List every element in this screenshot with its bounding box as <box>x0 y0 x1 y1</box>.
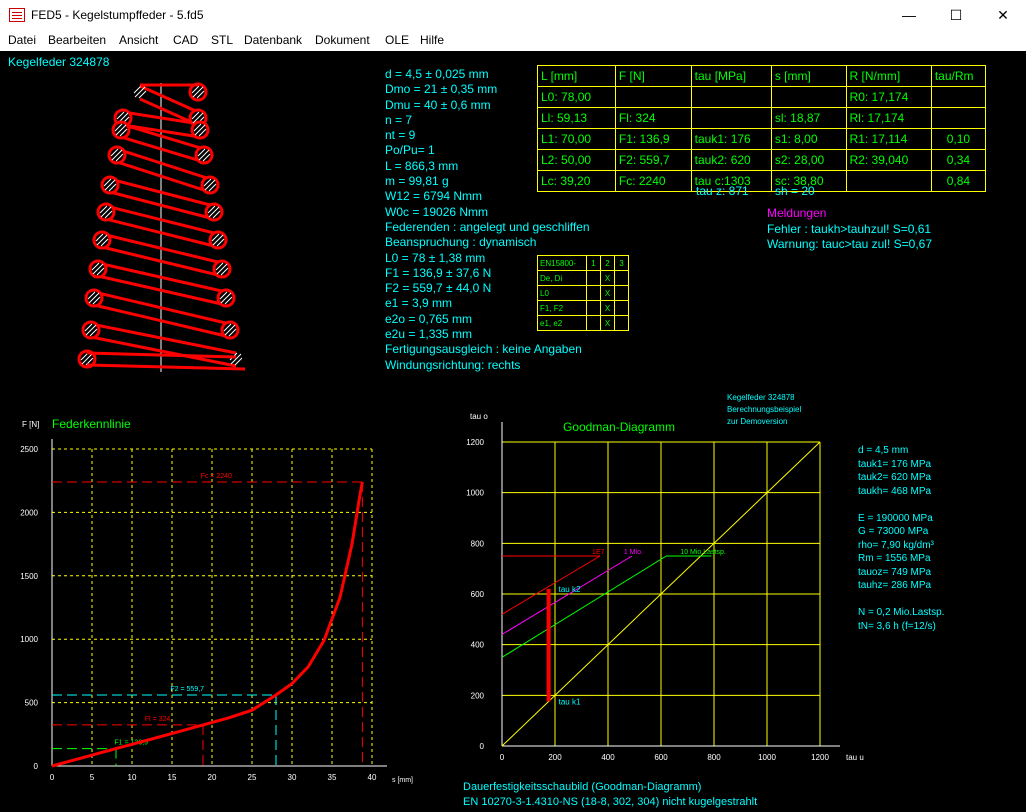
menu-datei[interactable]: Datei <box>8 33 36 47</box>
charts-layer: 0 5 10 15 20 25 30 35 4005001000150020002500F [N… <box>20 412 864 784</box>
menu-ansicht[interactable]: Ansicht <box>119 33 158 47</box>
menu-datenbank[interactable]: Datenbank <box>244 33 302 47</box>
material-line: rho= 7,90 kg/dm³ <box>858 539 934 551</box>
material-line: Rm = 1556 MPa <box>858 553 931 564</box>
menu-dokument[interactable]: Dokument <box>315 33 370 47</box>
title-bar: FED5 - Kegelstumpffeder - 5.fd5 — ☐ ✕ <box>0 0 1026 31</box>
kennlinie-x-tick: 5 <box>90 773 95 782</box>
material-line <box>858 593 944 607</box>
minimize-button[interactable]: — <box>886 0 932 31</box>
goodman-footer: Dauerfestigkeitsschaubild (Goodman-Diagr… <box>463 780 757 810</box>
goodman-y-tick: 1000 <box>466 489 484 498</box>
kennlinie-y-tick: 2500 <box>20 445 38 454</box>
goodman-x-tick: 1200 <box>811 753 829 762</box>
app-icon[interactable] <box>9 8 25 22</box>
kennlinie-curve <box>51 481 364 768</box>
kennlinie-marker-label: Fc = 2240 <box>201 473 232 480</box>
goodman-header: Kegelfeder 324878 Berechnungsbeispiel zu… <box>727 392 801 428</box>
kennlinie-x-tick: 10 <box>128 773 137 782</box>
goodman-footer-line: EN 10270-3-1.4310-NS (18-8, 302, 304) ni… <box>463 796 758 808</box>
goodman-series-label: 10 Mio.Lastsp. <box>680 549 726 556</box>
material-line: E = 190000 MPa <box>858 512 933 524</box>
goodman-x-tick: 200 <box>548 753 562 762</box>
kennlinie-x-tick: 40 <box>368 773 377 782</box>
kennlinie-y-label: F [N] <box>22 420 39 429</box>
material-line: N = 0,2 Mio.Lastsp. <box>858 607 945 618</box>
material-list: d = 4,5 mm tauk1= 176 MPa tauk2= 620 MPa ta… <box>858 444 944 633</box>
material-line: tauhz= 286 MPa <box>858 580 932 591</box>
kennlinie-title: Federkennlinie <box>52 417 131 431</box>
menu-bar: Datei Bearbeiten Ansicht CAD STL Datenba… <box>0 31 1026 52</box>
kennlinie-x-tick: 20 <box>208 773 217 782</box>
material-line: taukh= 468 MPa <box>858 485 932 497</box>
goodman-annotation: tau k1 <box>559 697 581 706</box>
kennlinie-x-tick: 15 <box>168 773 177 782</box>
goodman-series-label: 1 Mio. <box>624 549 643 556</box>
goodman-header-line: Kegelfeder 324878 <box>727 393 795 402</box>
goodman-x-tick: 400 <box>601 753 615 762</box>
material-line: d = 4,5 mm <box>858 445 909 456</box>
kennlinie-marker-label: Fl = 324 <box>145 716 171 723</box>
goodman-y-label: tau o <box>470 412 488 421</box>
goodman-y-tick: 200 <box>471 691 485 700</box>
goodman-series-line <box>501 555 633 635</box>
material-line: G = 73000 MPa <box>858 526 929 537</box>
maximize-button[interactable]: ☐ <box>933 0 979 31</box>
goodman-x-tick: 800 <box>707 753 721 762</box>
goodman-x-tick: 0 <box>500 753 505 762</box>
goodman-footer-line: Dauerfestigkeitsschaubild (Goodman-Diagr… <box>463 781 702 793</box>
material-line: tauoz= 749 MPa <box>858 566 932 578</box>
goodman-y-tick: 400 <box>471 641 485 650</box>
kennlinie-x-tick: 30 <box>288 773 297 782</box>
kennlinie-y-tick: 1500 <box>20 572 38 581</box>
window-title: FED5 - Kegelstumpffeder - 5.fd5 <box>31 8 204 22</box>
material-line <box>858 498 944 512</box>
menu-hilfe[interactable]: Hilfe <box>420 33 444 47</box>
kennlinie-x-label: s [mm] <box>392 777 413 784</box>
menu-ole[interactable]: OLE <box>385 33 409 47</box>
menu-stl[interactable]: STL <box>211 33 233 47</box>
goodman-y-tick: 600 <box>471 590 485 599</box>
drawing-canvas[interactable]: Kegelfeder 324878 d = 4,5 ± 0,025 mm Dmo … <box>0 51 1026 812</box>
goodman-title: Goodman-Diagramm <box>563 420 675 434</box>
kennlinie-y-tick: 0 <box>34 762 39 771</box>
kennlinie-x-tick: 35 <box>328 773 337 782</box>
kennlinie-y-tick: 2000 <box>20 508 38 517</box>
goodman-x-tick: 600 <box>654 753 668 762</box>
menu-bearbeiten[interactable]: Bearbeiten <box>48 33 106 47</box>
kennlinie-y-tick: 1000 <box>20 635 38 644</box>
goodman-series-label: 1E7 <box>592 549 605 556</box>
material-line: tauk1= 176 MPa <box>858 458 932 470</box>
goodman-x-tick: 1000 <box>758 753 776 762</box>
goodman-x-label: tau u <box>846 753 864 762</box>
menu-cad[interactable]: CAD <box>173 33 198 47</box>
kennlinie-y-tick: 500 <box>25 699 39 708</box>
goodman-y-tick: 800 <box>471 539 485 548</box>
goodman-y-tick: 1200 <box>466 438 484 447</box>
kennlinie-x-tick: 25 <box>248 773 257 782</box>
goodman-header-line: zur Demoversion <box>727 417 788 426</box>
material-line: tN= 3,6 h (f=12/s) <box>858 620 936 632</box>
material-line: tauk2= 620 MPa <box>858 472 932 483</box>
goodman-annotation: tau k2 <box>559 585 581 594</box>
goodman-header-line: Berechnungsbeispiel <box>727 405 802 414</box>
kennlinie-marker-label: F2 = 559,7 <box>170 686 204 693</box>
kennlinie-x-tick: 0 <box>50 773 55 782</box>
goodman-y-tick: 0 <box>480 742 485 751</box>
close-button[interactable]: ✕ <box>980 0 1026 31</box>
